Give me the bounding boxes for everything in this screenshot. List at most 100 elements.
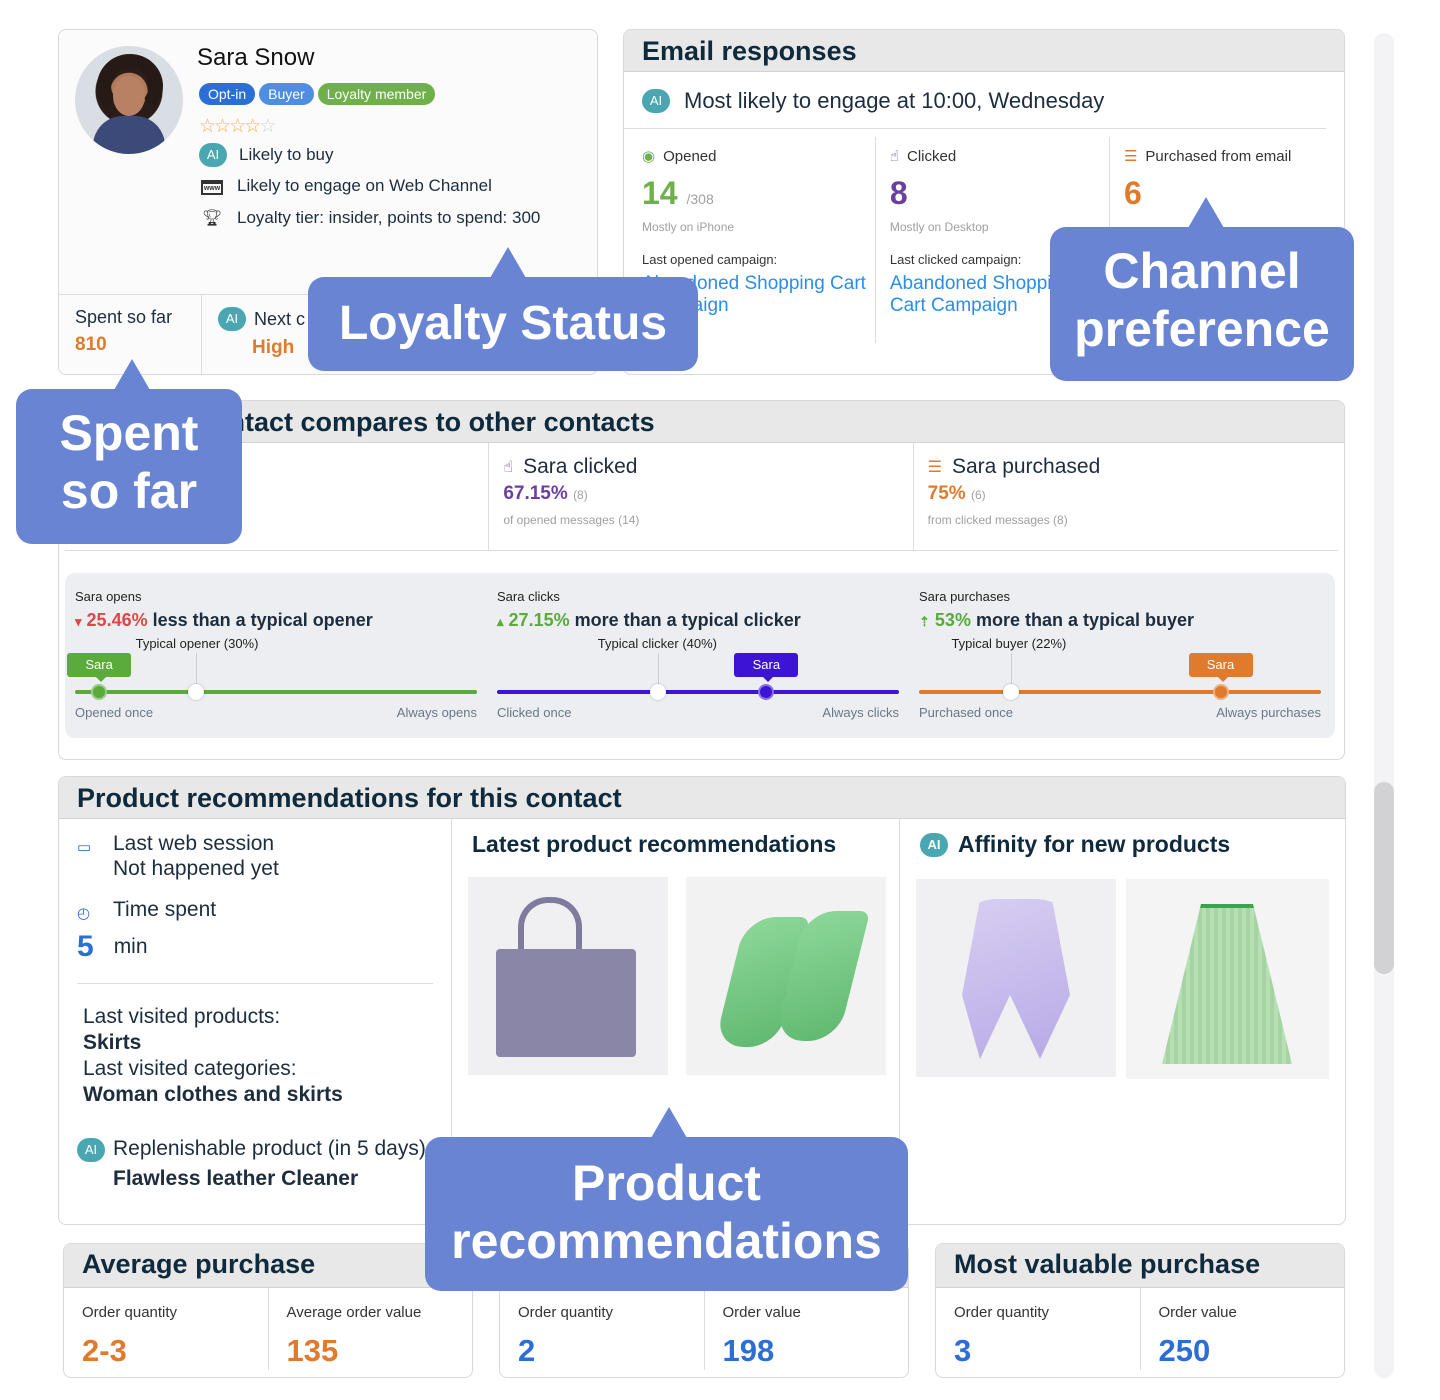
mv-order-value: Order value 250 <box>1141 1288 1345 1370</box>
slider-key: Sara opens <box>75 589 142 604</box>
loyalty-tier-line: 🏆︎ Loyalty tier: insider, points to spen… <box>199 208 541 228</box>
time-spent-unit: min <box>113 935 148 958</box>
slider-track <box>919 690 1321 694</box>
web-browser-icon: www <box>199 177 225 195</box>
vertical-scrollbar[interactable] <box>1374 33 1394 1378</box>
contact-badges: Opt-in Buyer Loyalty member <box>199 83 436 105</box>
callout-loyalty-status: Loyalty Status <box>308 247 698 371</box>
avg-order-quantity-value: 2-3 <box>82 1333 127 1368</box>
comparison-slider: Sara clicks ▴ 27.15% more than a typical… <box>487 573 909 738</box>
slider-min-label: Clicked once <box>497 705 572 720</box>
slider-max-label: Always opens <box>396 705 477 720</box>
product-tile-green-skirt[interactable] <box>1126 879 1329 1079</box>
product-tile-handbag[interactable] <box>468 877 668 1075</box>
web-activity: ▭ Last web session Not happened yet ◴ Ti… <box>59 819 451 1194</box>
product-tile-lavender-scarf[interactable] <box>916 879 1116 1077</box>
spent-so-far-value: 810 <box>75 334 107 355</box>
contact-avatar <box>75 46 183 154</box>
sara-tag: Sara <box>67 653 132 682</box>
compare-clicked-sub: of opened messages (14) <box>503 513 640 527</box>
opened-label: Opened <box>663 147 717 165</box>
callout-spent-so-far: Spent so far <box>16 359 242 544</box>
last-order-quantity-value: 2 <box>518 1333 536 1368</box>
last-opened-campaign-label: Last opened campaign: <box>642 252 778 267</box>
sara-marker[interactable] <box>91 684 108 700</box>
product-recommendations-title: Product recommendations for this contact <box>59 777 1345 819</box>
sara-tag: Sara <box>734 653 799 682</box>
last-order-quantity-label: Order quantity <box>518 1304 614 1321</box>
coins-icon: ☰ <box>1123 148 1138 165</box>
next-purchase-label: Next c <box>254 308 306 329</box>
typical-marker <box>649 684 666 700</box>
compare-purchased-sub: from clicked messages (8) <box>927 513 1068 527</box>
typical-marker <box>187 684 204 700</box>
replenishable-label: Replenishable product (in 5 days) <box>113 1137 426 1160</box>
replenishable-value: Flawless leather Cleaner <box>113 1167 359 1190</box>
opened-device: Mostly on iPhone <box>642 220 735 234</box>
ai-icon: AI <box>199 143 227 167</box>
ai-icon: AI <box>77 1138 105 1162</box>
badge-loyalty-member: Loyalty member <box>317 83 436 105</box>
time-spent: ◴ Time spent <box>77 897 451 926</box>
contact-comparison-card: How this contact compares to other conta… <box>58 400 1345 760</box>
replenishable-product: AI Replenishable product (in 5 days) Fla… <box>77 1134 451 1194</box>
badge-opt-in: Opt-in <box>199 83 256 105</box>
eye-icon: ◉ <box>642 148 656 165</box>
slider-min-label: Opened once <box>75 705 154 720</box>
slider-min-label: Purchased once <box>919 705 1013 720</box>
last-order-value-value: 198 <box>722 1333 775 1368</box>
slider-track <box>75 690 477 694</box>
opened-value: 14 <box>642 175 678 211</box>
ai-icon: AI <box>642 89 670 113</box>
affinity-new-products: AI Affinity for new products <box>899 819 1345 1219</box>
last-web-session-label: Last web session <box>113 832 275 855</box>
callout-product-recommendations: Product recommendations <box>425 1107 908 1291</box>
latest-recommendations-title: Latest product recommendations <box>472 831 837 857</box>
compare-clicked-count: (8) <box>573 488 588 502</box>
mv-order-value-label: Order value <box>1158 1304 1237 1321</box>
compare-purchased-title: Sara purchased <box>952 455 1101 478</box>
star-filled-icon: ☆ <box>214 116 231 137</box>
comparison-sliders-panel: Sara opens ▾ 25.46% less than a typical … <box>65 573 1335 738</box>
web-channel-label: Likely to engage on Web Channel <box>237 176 492 195</box>
sara-marker[interactable] <box>1212 684 1229 700</box>
time-spent-label: Time spent <box>113 898 217 921</box>
opened-total: /308 <box>686 191 714 207</box>
pointer-hand-icon: ☝︎ <box>889 148 900 165</box>
compare-purchased-pct: 75% <box>927 483 966 504</box>
ai-icon: AI <box>218 307 246 331</box>
sara-marker[interactable] <box>758 684 775 700</box>
compare-clicked-title: Sara clicked <box>523 455 638 478</box>
callout-channel-preference: Channel preference <box>1050 197 1354 381</box>
product-tile-green-heels[interactable] <box>686 877 886 1075</box>
compare-clicked: ☝︎ Sara clicked 67.15% (8) of opened mess… <box>489 443 914 550</box>
likely-to-buy-label: Likely to buy <box>239 145 334 164</box>
slider-max-label: Always clicks <box>822 705 899 720</box>
scrollbar-thumb[interactable] <box>1374 782 1394 975</box>
spent-so-far-label: Spent so far <box>75 307 173 327</box>
trend-arrow-icon: ▾ <box>75 614 82 629</box>
purchased-label: Purchased from email <box>1145 147 1292 165</box>
compare-clicked-pct: 67.15% <box>503 483 568 504</box>
slider-delta: 53% <box>934 610 971 630</box>
time-spent-value-row: 5 min <box>77 930 451 963</box>
comparison-slider: Sara opens ▾ 25.46% less than a typical … <box>65 573 487 738</box>
average-purchase-card: Average purchase Order quantity 2-3 Aver… <box>63 1243 473 1378</box>
web-channel-line: www Likely to engage on Web Channel <box>199 176 492 196</box>
email-responses-title: Email responses <box>624 30 1344 72</box>
last-order-value: Order value 198 <box>705 1288 909 1370</box>
most-valuable-purchase-title: Most valuable purchase <box>936 1244 1344 1288</box>
last-order-value-label: Order value <box>722 1304 801 1321</box>
last-visited: Last visited products: Skirts Last visit… <box>83 1004 451 1108</box>
ai-icon: AI <box>920 832 948 857</box>
last-order-quantity: Order quantity 2 <box>500 1288 705 1370</box>
engage-prediction-text: Most likely to engage at 10:00, Wednesda… <box>684 88 1105 113</box>
sara-tag: Sara <box>1188 653 1253 682</box>
avg-order-quantity-label: Order quantity <box>82 1304 178 1321</box>
time-spent-value: 5 <box>77 930 94 963</box>
typical-label: Typical buyer (22%) <box>951 636 1067 651</box>
badge-buyer: Buyer <box>259 83 314 105</box>
avg-order-value-label: Average order value <box>286 1304 422 1321</box>
likely-to-buy: AI Likely to buy <box>199 143 334 167</box>
slider-text: less than a typical opener <box>152 610 373 630</box>
